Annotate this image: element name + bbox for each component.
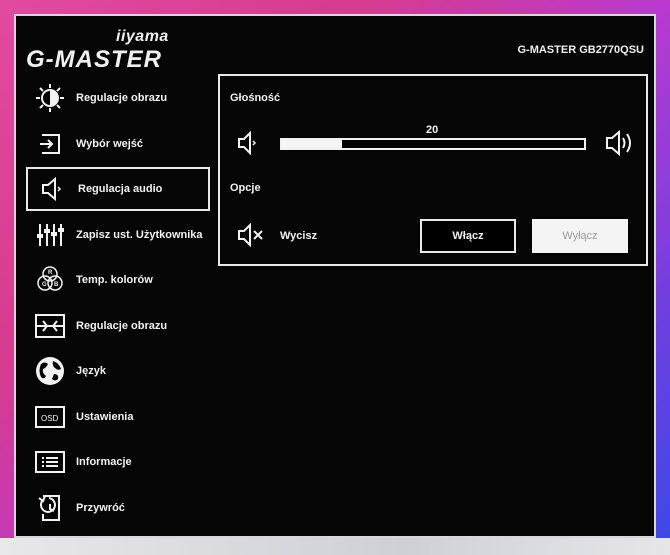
brightness-icon [32,80,68,116]
menu-label: Zapisz ust. Użytkownika [76,229,203,241]
volume-label: Głośność [230,92,281,104]
speaker-icon [34,171,70,207]
mute-icon [236,222,268,253]
osd-menu: iiyama G-MASTER G-MASTER GB2770QSU Regul… [14,14,656,538]
desk-surface [0,538,670,555]
reset-icon [32,490,68,526]
options-label: Opcje [230,182,261,194]
menu-label: Wybór wejść [76,138,144,150]
speaker-low-icon [236,130,264,161]
volume-slider-fill [282,140,343,148]
volume-slider[interactable] [280,138,586,150]
brand-logo: iiyama G-MASTER [26,26,176,76]
mute-off-button[interactable]: Wyłącz [532,219,628,253]
sliders-icon [32,217,68,253]
volume-value: 20 [426,124,439,136]
menu-item-reset[interactable]: Przywróć [26,486,210,530]
menu-label: Regulacje obrazu [76,320,168,332]
menu-label: Regulacje obrazu [76,92,168,104]
svg-text:R: R [48,270,53,276]
mute-off-label: Wyłącz [562,230,598,242]
info-icon [32,444,68,480]
menu-item-color-temp[interactable]: RG B Temp. kolorów [26,258,210,302]
menu-item-input-select[interactable]: Wybór wejść [26,122,210,166]
menu-label: Przywróć [76,502,125,514]
rgb-icon: RG B [32,262,68,298]
speaker-high-icon [604,128,636,163]
brand-maker: iiyama [116,28,169,45]
menu-item-language[interactable]: Język [26,349,210,393]
audio-panel: Głośność 20 Opcje Wycisz Włącz Wyłącz [218,74,648,266]
menu-label: Regulacja audio [78,183,163,195]
menu-item-picture-adjust[interactable]: Regulacje obrazu [26,76,210,120]
brand-series: G-MASTER [26,46,162,73]
svg-text:G: G [42,282,47,288]
globe-icon [32,353,68,389]
menu-item-audio[interactable]: Regulacja audio [26,167,210,211]
svg-text:B: B [54,282,59,288]
model-name: G-MASTER GB2770QSU [517,44,644,56]
mute-on-button[interactable]: Włącz [420,219,516,253]
menu-label: Temp. kolorów [76,274,153,286]
input-icon [32,126,68,162]
menu-item-information[interactable]: Informacje [26,440,210,484]
menu-item-save-user[interactable]: Zapisz ust. Użytkownika [26,213,210,257]
mute-label: Wycisz [280,230,318,242]
menu-label: Język [76,365,106,377]
mute-on-label: Włącz [452,230,484,242]
svg-text:OSD: OSD [41,414,59,423]
menu-label: Informacje [76,456,132,468]
menu-label: Ustawienia [76,411,134,423]
image-adjust-icon [32,308,68,344]
menu-item-settings[interactable]: OSD Ustawienia [26,395,210,439]
osd-icon: OSD [32,399,68,435]
menu-item-image-adjust[interactable]: Regulacje obrazu [26,304,210,348]
